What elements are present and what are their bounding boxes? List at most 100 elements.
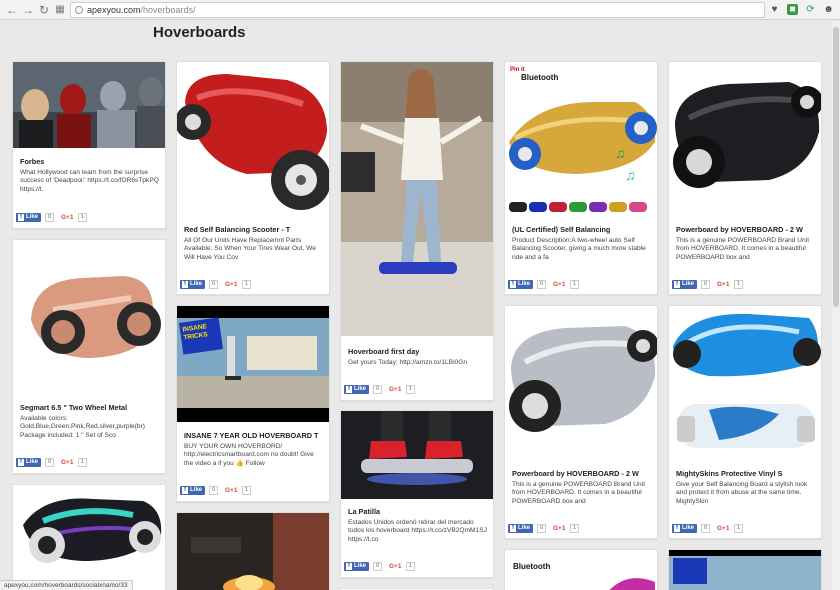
video-thumbnail-image[interactable]: INSANE TRICKS bbox=[177, 306, 329, 422]
fb-label: Like bbox=[354, 386, 367, 392]
bluetooth-label: Bluetooth bbox=[521, 73, 559, 82]
facebook-like-button[interactable]: f Like bbox=[180, 280, 205, 289]
pin-card-blue-hoverboard[interactable] bbox=[12, 484, 166, 590]
apps-grid-icon[interactable]: ▦ bbox=[53, 3, 67, 17]
pin-card-partial-bottom[interactable] bbox=[668, 549, 822, 590]
google-plus-button[interactable]: G+1 bbox=[225, 486, 239, 495]
scrollbar-thumb[interactable] bbox=[833, 27, 839, 307]
facebook-icon: f bbox=[510, 525, 516, 532]
card-title[interactable]: Forbes bbox=[20, 157, 44, 166]
gplus-count: 1 bbox=[406, 562, 415, 571]
address-bar[interactable]: apexyou.com/hoverboards/ bbox=[70, 2, 765, 18]
red-hoverboard-image[interactable] bbox=[177, 62, 329, 217]
card-title[interactable]: Hoverboard first day bbox=[348, 347, 419, 356]
share-bar: f Like 0 G+1 1 bbox=[180, 280, 260, 290]
fb-label: Like bbox=[682, 525, 695, 531]
card-title[interactable]: Red Self Balancing Scooter - T bbox=[184, 225, 290, 234]
gplus-count: 1 bbox=[570, 280, 579, 289]
pin-card-powerboard-black[interactable]: Powerboard by HOVERBOARD - 2 W This is a… bbox=[668, 61, 822, 295]
gplus-count: 1 bbox=[734, 280, 743, 289]
pin-card-first-day[interactable]: Hoverboard first day Get yours Today: ht… bbox=[340, 61, 494, 401]
refresh-extension-icon[interactable]: ⟳ bbox=[805, 4, 816, 15]
facebook-like-button[interactable]: f Like bbox=[508, 524, 533, 533]
facebook-like-button[interactable]: f Like bbox=[672, 280, 697, 289]
pin-card-powerboard-silver[interactable]: Powerboard by HOVERBOARD - 2 W This is a… bbox=[504, 305, 658, 539]
card-title[interactable]: Segmart 6.5 " Two Wheel Metal bbox=[20, 403, 127, 412]
pin-card-fire-hoverboard[interactable] bbox=[176, 512, 330, 590]
bluetooth-hoverboard-image[interactable]: Bluetooth bbox=[505, 550, 657, 590]
fb-count: 0 bbox=[537, 280, 546, 289]
back-arrow-icon[interactable]: ← bbox=[5, 3, 19, 17]
reload-icon[interactable]: ↻ bbox=[37, 3, 51, 17]
card-title[interactable]: INSANE 7 YEAR OLD HOVERBOARD T bbox=[184, 431, 318, 440]
share-bar: f Like 0 G+1 1 bbox=[344, 385, 424, 395]
forward-arrow-icon[interactable]: → bbox=[21, 3, 35, 17]
fb-count: 0 bbox=[537, 524, 546, 533]
facebook-like-button[interactable]: f Like bbox=[16, 458, 41, 467]
share-bar: f Like 0 G+1 1 bbox=[180, 486, 260, 496]
google-plus-button[interactable]: G+1 bbox=[389, 385, 403, 394]
extension-green-icon[interactable]: ■ bbox=[787, 4, 798, 15]
card-description: Give your Self Balancing Board a stylish… bbox=[676, 481, 808, 505]
facebook-icon: f bbox=[346, 563, 352, 570]
status-bar-url: apexyou.com/hoverboards/socialxnamo/33 bbox=[0, 580, 133, 590]
facebook-like-button[interactable]: f Like bbox=[180, 486, 205, 495]
share-bar: f Like 0 G+1 1 bbox=[508, 280, 588, 290]
google-plus-button[interactable]: G+1 bbox=[553, 524, 567, 533]
card-title[interactable]: (UL Certified) Self Balancing bbox=[512, 225, 610, 234]
google-plus-button[interactable]: G+1 bbox=[61, 213, 75, 222]
card-title[interactable]: MightySkins Protective Vinyl S bbox=[676, 469, 783, 478]
card-description: Get yours Today: http://amzn.to/1LBi0Gn bbox=[348, 359, 467, 366]
gold-hoverboard-image[interactable]: ♫ ♫ Pin it Bluetooth bbox=[505, 62, 657, 217]
red-sneakers-hoverboard-image[interactable] bbox=[341, 411, 493, 499]
fb-count: 0 bbox=[209, 486, 218, 495]
skinned-hoverboard-image[interactable] bbox=[669, 306, 821, 461]
page-info-icon[interactable] bbox=[75, 6, 83, 14]
page-title: Hoverboards bbox=[153, 24, 246, 41]
facebook-icon: f bbox=[18, 214, 24, 221]
google-plus-button[interactable]: G+1 bbox=[717, 280, 731, 289]
black-hoverboard-image[interactable] bbox=[669, 62, 821, 217]
card-title[interactable]: La Patilla bbox=[348, 507, 380, 516]
url-path: /hoverboards/ bbox=[140, 5, 196, 15]
facebook-icon: f bbox=[182, 487, 188, 494]
silver-hoverboard-image[interactable] bbox=[505, 306, 657, 461]
blue-flame-hoverboard-image[interactable] bbox=[13, 485, 165, 590]
google-plus-button[interactable]: G+1 bbox=[389, 562, 403, 571]
pin-card-bluetooth[interactable]: Bluetooth bbox=[504, 549, 658, 590]
burning-hoverboard-image[interactable] bbox=[177, 513, 329, 590]
rose-gold-hoverboard-image[interactable] bbox=[13, 240, 165, 395]
fb-label: Like bbox=[518, 525, 531, 531]
facebook-like-button[interactable]: f Like bbox=[344, 562, 369, 571]
heart-icon[interactable]: ♥ bbox=[769, 4, 780, 15]
google-plus-button[interactable]: G+1 bbox=[553, 280, 567, 289]
deadpool-image[interactable] bbox=[13, 62, 165, 148]
girl-on-hoverboard-image[interactable] bbox=[341, 62, 493, 336]
fb-count: 0 bbox=[373, 562, 382, 571]
google-plus-button[interactable]: G+1 bbox=[61, 458, 75, 467]
user-profile-icon[interactable]: ☻ bbox=[823, 4, 834, 15]
google-plus-button[interactable]: G+1 bbox=[717, 524, 731, 533]
facebook-like-button[interactable]: f Like bbox=[16, 213, 41, 222]
facebook-like-button[interactable]: f Like bbox=[344, 385, 369, 394]
partial-thumbnail-image[interactable] bbox=[669, 550, 821, 590]
page-scrollbar[interactable] bbox=[832, 21, 840, 590]
facebook-icon: f bbox=[18, 459, 24, 466]
card-title[interactable]: Powerboard by HOVERBOARD - 2 W bbox=[512, 469, 639, 478]
pin-card-insane-7-year-old[interactable]: INSANE TRICKS INSANE 7 YEAR OLD HOVERBOA… bbox=[176, 305, 330, 502]
fb-label: Like bbox=[354, 563, 367, 569]
share-bar: f Like 0 G+1 1 bbox=[508, 524, 588, 534]
pin-card-ul-certified[interactable]: ♫ ♫ Pin it Bluetooth (UL Certified) Self… bbox=[504, 61, 658, 295]
pin-card-la-patilla[interactable]: La Patilla Estados Unidos ordenó retirar… bbox=[340, 410, 494, 578]
url-domain: apexyou.com bbox=[87, 5, 141, 15]
pin-card-forbes[interactable]: Forbes What Hollywood can learn from the… bbox=[12, 61, 166, 229]
pin-card-segmart[interactable]: Segmart 6.5 " Two Wheel Metal Available … bbox=[12, 239, 166, 474]
facebook-like-button[interactable]: f Like bbox=[508, 280, 533, 289]
card-title[interactable]: Powerboard by HOVERBOARD - 2 W bbox=[676, 225, 803, 234]
pin-card-red-scooter[interactable]: Red Self Balancing Scooter - T All Of Ou… bbox=[176, 61, 330, 295]
facebook-like-button[interactable]: f Like bbox=[672, 524, 697, 533]
bluetooth-label: Bluetooth bbox=[513, 562, 551, 571]
google-plus-button[interactable]: G+1 bbox=[225, 280, 239, 289]
pin-card-mightyskins[interactable]: MightySkins Protective Vinyl S Give your… bbox=[668, 305, 822, 539]
share-bar: f Like 0 G+1 1 bbox=[672, 280, 752, 290]
